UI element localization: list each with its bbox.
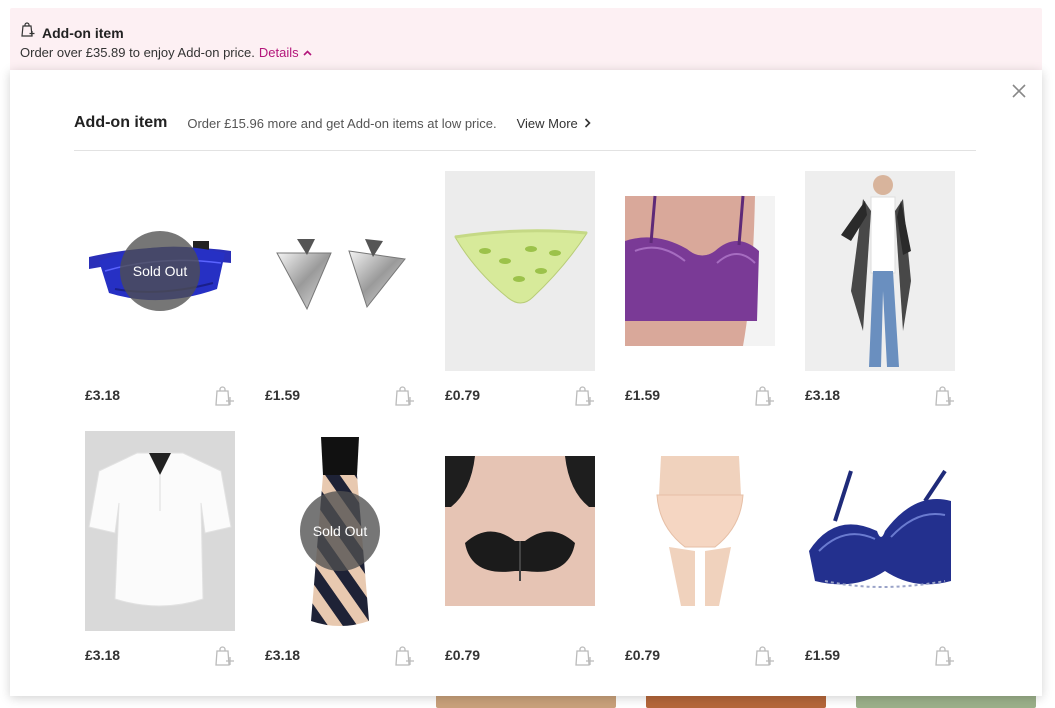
product-price: £1.59 — [265, 387, 301, 403]
product-price: £1.59 — [625, 387, 661, 403]
product-price: £0.79 — [625, 647, 661, 663]
product-price: £1.59 — [805, 647, 841, 663]
product-price: £0.79 — [445, 647, 481, 663]
add-to-cart-icon[interactable] — [753, 645, 775, 667]
product-card[interactable]: £3.18 — [85, 431, 235, 666]
view-more-link[interactable]: View More — [517, 116, 591, 131]
product-image-waist-bag: Sold Out — [85, 171, 235, 371]
addon-info-bar: Add-on item Order over £35.89 to enjoy A… — [10, 8, 1042, 72]
close-button[interactable] — [1010, 82, 1028, 100]
sold-out-badge: Sold Out — [120, 231, 200, 311]
product-price: £3.18 — [805, 387, 841, 403]
product-image-nude-panties — [625, 431, 775, 631]
product-price: £3.18 — [265, 647, 301, 663]
divider — [74, 150, 976, 151]
details-link[interactable]: Details — [259, 45, 312, 60]
add-to-cart-icon[interactable] — [393, 645, 415, 667]
close-icon — [1012, 84, 1026, 98]
product-image-white-blouse — [85, 431, 235, 631]
addon-bar-subtitle: Order over £35.89 to enjoy Add-on price. — [20, 45, 255, 60]
sold-out-label: Sold Out — [312, 523, 368, 539]
sold-out-badge: Sold Out — [300, 491, 380, 571]
add-to-cart-icon[interactable] — [213, 645, 235, 667]
product-card[interactable]: Sold Out £3.18 — [85, 171, 235, 406]
product-grid: Sold Out £3.18 £1.59 £0.79 £1.59 £3.18 £… — [85, 171, 955, 666]
product-card[interactable]: £1.59 — [625, 171, 775, 406]
addon-bar-title: Add-on item — [42, 24, 124, 41]
product-card[interactable]: Sold Out £3.18 — [265, 431, 415, 666]
product-image-navy-lace-bra — [805, 431, 955, 631]
add-to-cart-icon[interactable] — [393, 385, 415, 407]
product-price: £3.18 — [85, 647, 121, 663]
product-card[interactable]: £1.59 — [805, 431, 955, 666]
chevron-up-icon — [303, 49, 312, 56]
chevron-right-icon — [584, 118, 591, 128]
addon-bar-subtitle-row: Order over £35.89 to enjoy Add-on price.… — [20, 45, 312, 60]
add-to-bag-icon — [20, 22, 36, 43]
product-card[interactable]: £0.79 — [445, 171, 595, 406]
panel-description: Order £15.96 more and get Add-on items a… — [187, 115, 497, 131]
add-to-cart-icon[interactable] — [933, 385, 955, 407]
panel-header: Add-on item Order £15.96 more and get Ad… — [74, 114, 591, 132]
view-more-label: View More — [516, 115, 578, 131]
background-product-thumb — [646, 694, 826, 708]
sold-out-label: Sold Out — [132, 263, 188, 279]
panel-title: Add-on item — [74, 114, 168, 131]
product-card[interactable]: £1.59 — [265, 171, 415, 406]
product-image-strapless-bra — [445, 431, 595, 631]
add-to-cart-icon[interactable] — [573, 645, 595, 667]
background-product-thumb — [856, 694, 1036, 708]
product-image-sheer-black-cardigan — [805, 171, 955, 371]
details-link-label: Details — [258, 45, 299, 60]
product-card[interactable]: £3.18 — [805, 171, 955, 406]
product-price: £0.79 — [445, 387, 481, 403]
add-to-cart-icon[interactable] — [933, 645, 955, 667]
product-image-triangle-earrings — [265, 171, 415, 371]
add-to-cart-icon[interactable] — [753, 385, 775, 407]
background-product-thumb — [436, 694, 616, 708]
product-image-striped-maxi-dress: Sold Out — [265, 431, 415, 631]
add-to-cart-icon[interactable] — [213, 385, 235, 407]
product-card[interactable]: £0.79 — [445, 431, 595, 666]
product-image-leaf-print-panties — [445, 171, 595, 371]
addon-bar-title-row: Add-on item — [20, 22, 124, 43]
product-image-purple-lace-bra — [625, 171, 775, 371]
product-price: £3.18 — [85, 387, 121, 403]
product-card[interactable]: £0.79 — [625, 431, 775, 666]
add-to-cart-icon[interactable] — [573, 385, 595, 407]
